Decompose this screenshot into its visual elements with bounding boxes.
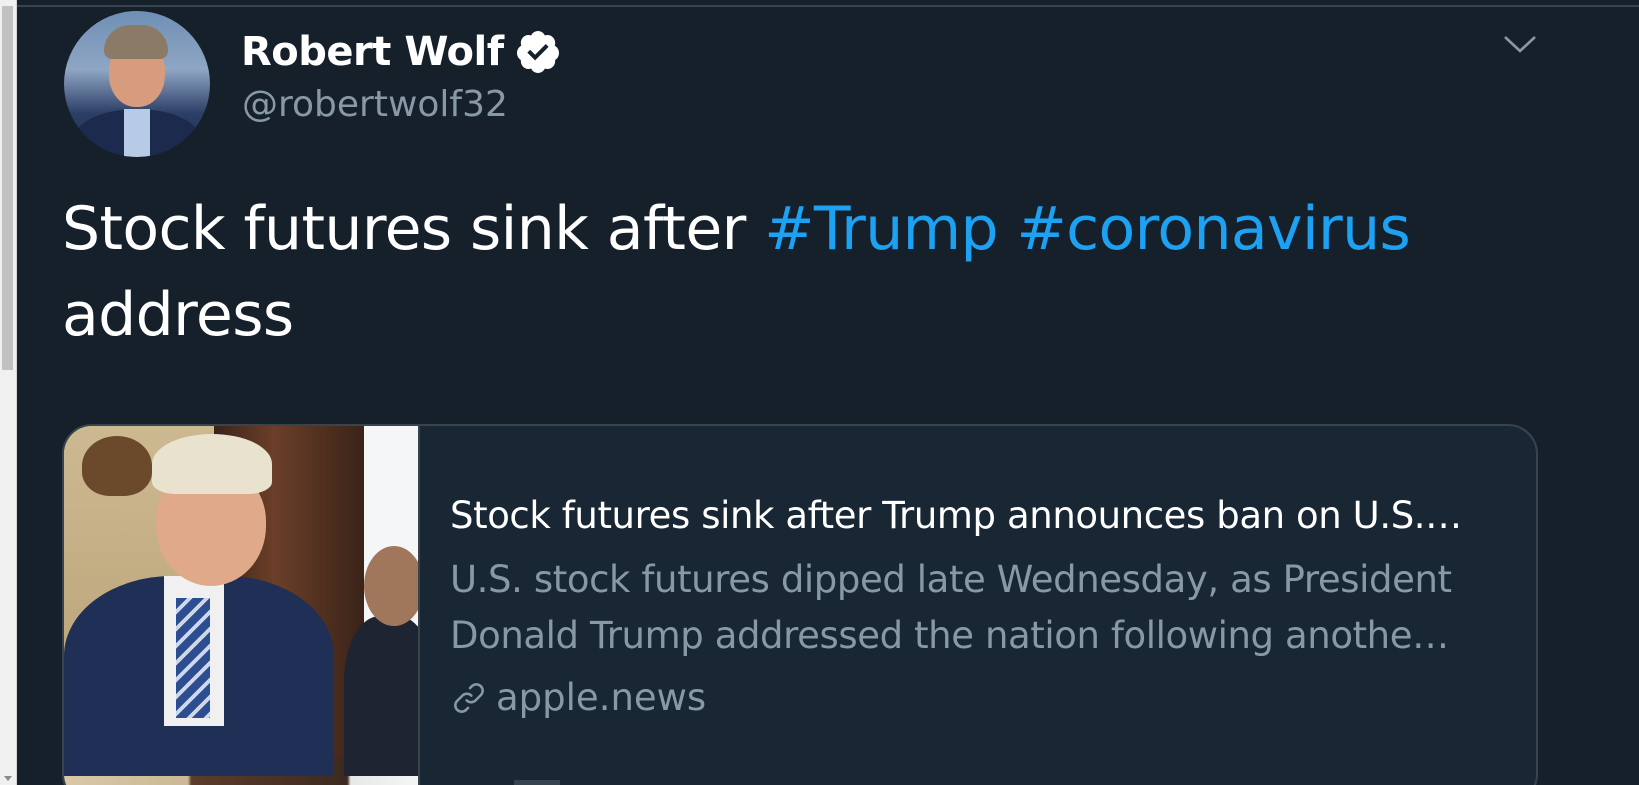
user-handle[interactable]: @robertwolf32 [242, 84, 508, 125]
avatar[interactable] [64, 11, 210, 157]
tweet-text-part: address [62, 280, 294, 350]
tweet-text-part: Stock futures sink after [62, 194, 765, 264]
card-description-line: Donald Trump addressed the nation follow… [450, 614, 1449, 657]
tweet[interactable]: Robert Wolf @robertwolf32 Stock futures … [17, 0, 1639, 785]
hashtag-coronavirus[interactable]: #coronavirus [1016, 194, 1410, 264]
author-name-row[interactable]: Robert Wolf [241, 24, 562, 80]
hashtag-trump[interactable]: #Trump [764, 194, 998, 264]
card-title: Stock futures sink after Trump announces… [450, 494, 1462, 537]
divider [514, 780, 560, 785]
card-description: U.S. stock futures dipped late Wednesday… [450, 552, 1510, 664]
page: Robert Wolf @robertwolf32 Stock futures … [0, 0, 1639, 785]
card-description-line: U.S. stock futures dipped late Wednesday… [450, 558, 1452, 601]
card-source: apple.news [450, 668, 1506, 728]
chevron-down-icon [1504, 36, 1536, 53]
scroll-down-arrow-icon[interactable] [4, 776, 12, 781]
tweet-text: Stock futures sink after #Trump #coronav… [62, 186, 1562, 358]
card-thumbnail[interactable] [64, 426, 420, 785]
card-source-domain: apple.news [496, 676, 707, 719]
vertical-scrollbar[interactable] [0, 0, 17, 785]
link-icon [454, 683, 484, 713]
tweet-menu-button[interactable] [1495, 26, 1545, 62]
tweet-text-space [998, 194, 1016, 264]
link-preview-card[interactable]: Stock futures sink after Trump announces… [62, 424, 1538, 785]
display-name[interactable]: Robert Wolf [241, 29, 504, 75]
card-body[interactable]: Stock futures sink after Trump announces… [420, 426, 1536, 785]
divider [17, 5, 1639, 7]
scrollbar-thumb[interactable] [2, 6, 13, 370]
verified-badge-icon [516, 31, 559, 73]
